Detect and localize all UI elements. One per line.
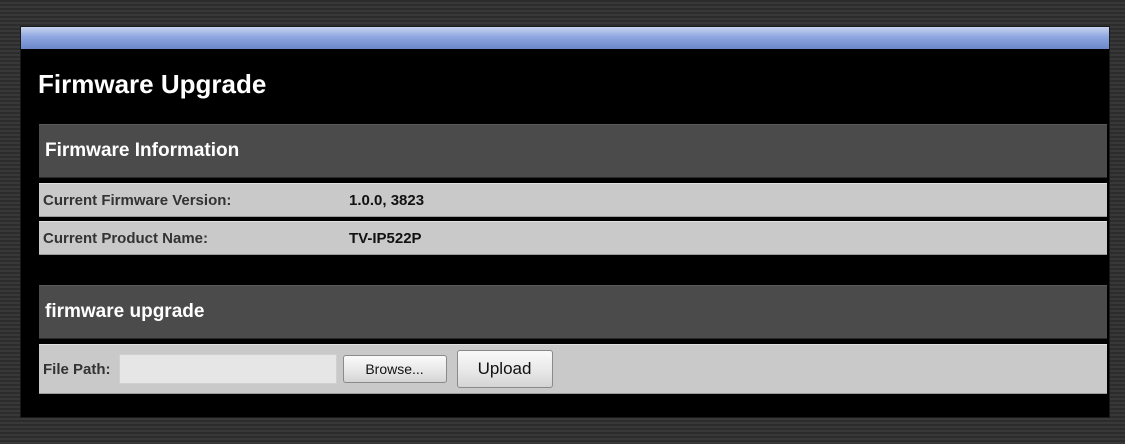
upload-button[interactable]: Upload	[456, 350, 553, 388]
product-name-label: Current Product Name:	[43, 229, 209, 247]
file-path-label: File Path:	[43, 360, 111, 378]
file-path-row: File Path: Browse... Upload	[39, 344, 1107, 394]
firmware-version-value: 1.0.0, 3823	[349, 191, 425, 209]
page-title: Firmware Upgrade	[38, 69, 267, 99]
product-name-value: TV-IP522P	[349, 229, 422, 247]
firmware-version-row: Current Firmware Version: 1.0.0, 3823	[39, 183, 1107, 217]
top-accent-bar	[21, 27, 1109, 49]
product-name-row: Current Product Name: TV-IP522P	[39, 221, 1107, 255]
firmware-information-header: Firmware Information	[39, 124, 1107, 178]
firmware-version-label: Current Firmware Version:	[43, 191, 232, 209]
firmware-upgrade-header: firmware upgrade	[39, 285, 1107, 339]
content-panel: Firmware Upgrade Firmware Information Cu…	[20, 26, 1110, 418]
file-path-input[interactable]	[118, 354, 337, 384]
browse-button[interactable]: Browse...	[342, 355, 447, 383]
